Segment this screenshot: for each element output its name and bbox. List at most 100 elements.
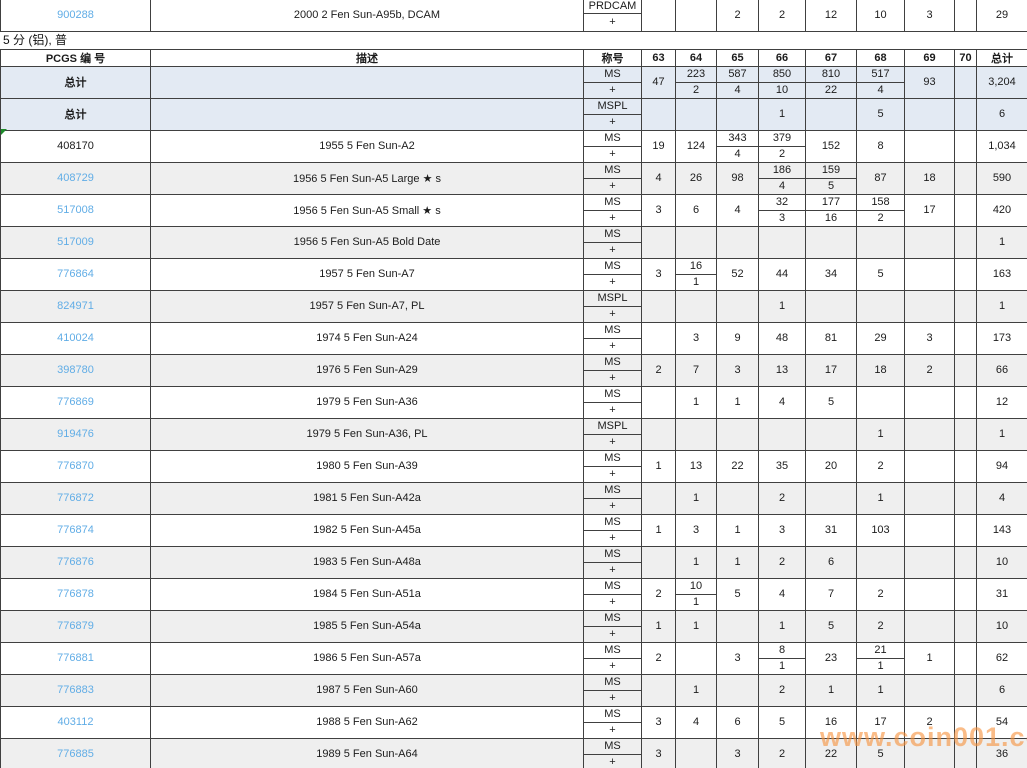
grade-cell-63: 1 <box>642 610 676 642</box>
plus-cell: + <box>584 210 642 226</box>
grade-cell-64: 1 <box>676 386 717 418</box>
table-row: 4031121988 5 Fen Sun-A62MS34651617254+ <box>1 706 1027 738</box>
table-row: 3987801976 5 Fen Sun-A29MS273131718266+ <box>1 354 1027 386</box>
grade-cell-70 <box>955 258 977 290</box>
grade-cell-69 <box>905 98 955 130</box>
pcgs-number-link[interactable]: 776883 <box>1 674 151 706</box>
pcgs-number-link[interactable]: 776874 <box>1 514 151 546</box>
grade-cell-64: 10 <box>676 578 717 594</box>
grade-cell-70 <box>955 354 977 386</box>
table-row: 7768691979 5 Fen Sun-A36MS114512+ <box>1 386 1027 418</box>
row-total-cell: 173 <box>977 322 1027 354</box>
top-partial-table: 9002882000 2 Fen Sun-A95b, DCAMPRDCAM221… <box>0 0 1027 32</box>
header-grade-67: 67 <box>806 49 857 66</box>
pcgs-number-link[interactable]: 919476 <box>1 418 151 450</box>
grade-plus-cell-65: 4 <box>717 82 759 98</box>
coin-description: 1956 5 Fen Sun-A5 Bold Date <box>151 226 584 258</box>
grade-cell-69 <box>905 482 955 514</box>
designation-cell: MS <box>584 578 642 594</box>
grade-cell-66: 2 <box>759 738 806 768</box>
grade-plus-cell-68: 2 <box>857 210 905 226</box>
grade-cell-63: 2 <box>642 578 676 610</box>
grade-cell-70 <box>955 418 977 450</box>
designation-cell: MS <box>584 258 642 274</box>
grade-cell-65: 22 <box>717 450 759 482</box>
grade-cell-63 <box>642 674 676 706</box>
grade-cell-64: 4 <box>676 706 717 738</box>
green-corner-marker <box>1 129 7 135</box>
table-row: 5170091956 5 Fen Sun-A5 Bold DateMS1+ <box>1 226 1027 258</box>
coin-description: 1955 5 Fen Sun-A2 <box>151 130 584 162</box>
pcgs-number-link[interactable]: 403112 <box>1 706 151 738</box>
pcgs-number-link[interactable]: 408729 <box>1 162 151 194</box>
plus-cell: + <box>584 114 642 130</box>
grade-cell-68 <box>857 386 905 418</box>
coin-description: 2000 2 Fen Sun-A95b, DCAM <box>151 0 584 31</box>
grade-cell-68: 5 <box>857 98 905 130</box>
pcgs-number-link[interactable]: 776864 <box>1 258 151 290</box>
pcgs-number-link[interactable]: 776878 <box>1 578 151 610</box>
coin-description: 1974 5 Fen Sun-A24 <box>151 322 584 354</box>
pcgs-number-link[interactable]: 517008 <box>1 194 151 226</box>
grade-cell-64: 13 <box>676 450 717 482</box>
row-total-cell: 1 <box>977 226 1027 258</box>
pcgs-number-link[interactable]: 776881 <box>1 642 151 674</box>
designation-cell: MS <box>584 610 642 626</box>
pcgs-number-link[interactable]: 398780 <box>1 354 151 386</box>
grade-cell-67: 159 <box>806 162 857 178</box>
grade-plus-cell-66: 2 <box>759 146 806 162</box>
grade-plus-cell-66: 4 <box>759 178 806 194</box>
grade-cell-68: 21 <box>857 642 905 658</box>
grade-cell-65 <box>717 418 759 450</box>
grade-cell-65: 2 <box>717 0 759 31</box>
pcgs-number-link[interactable]: 517009 <box>1 226 151 258</box>
grade-cell-70 <box>955 226 977 258</box>
grade-cell-68: 2 <box>857 578 905 610</box>
pcgs-number-link[interactable]: 410024 <box>1 322 151 354</box>
pcgs-number-link[interactable]: 776885 <box>1 738 151 768</box>
grade-cell-70 <box>955 738 977 768</box>
pcgs-number-link[interactable]: 776876 <box>1 546 151 578</box>
grade-cell-64: 223 <box>676 66 717 82</box>
grade-cell-65: 3 <box>717 354 759 386</box>
grade-cell-67: 6 <box>806 546 857 578</box>
header-grade-63: 63 <box>642 49 676 66</box>
plus-cell: + <box>584 594 642 610</box>
pcgs-number-link[interactable]: 900288 <box>1 0 151 31</box>
designation-cell: MS <box>584 130 642 146</box>
grade-cell-67: 7 <box>806 578 857 610</box>
table-row: 7768741982 5 Fen Sun-A45aMS131331103143+ <box>1 514 1027 546</box>
table-row: 7768721981 5 Fen Sun-A42aMS1214+ <box>1 482 1027 514</box>
plus-cell: + <box>584 306 642 322</box>
table-row: 5170081956 5 Fen Sun-A5 Small ★ sMS36432… <box>1 194 1027 226</box>
plus-cell: + <box>584 722 642 738</box>
designation-cell: MS <box>584 706 642 722</box>
grade-cell-65 <box>717 610 759 642</box>
grade-cell-69 <box>905 418 955 450</box>
pcgs-number-link[interactable]: 824971 <box>1 290 151 322</box>
grade-cell-69 <box>905 130 955 162</box>
plus-cell: + <box>584 370 642 386</box>
plus-cell: + <box>584 562 642 578</box>
pcgs-number-link[interactable]: 776870 <box>1 450 151 482</box>
table-row: 4100241974 5 Fen Sun-A24MS394881293173+ <box>1 322 1027 354</box>
designation-cell: MSPL <box>584 418 642 434</box>
coin-description: 1956 5 Fen Sun-A5 Small ★ s <box>151 194 584 226</box>
grade-cell-63 <box>642 0 676 31</box>
grade-cell-69 <box>905 514 955 546</box>
pcgs-number-link[interactable]: 776869 <box>1 386 151 418</box>
total-label: 总计 <box>1 98 151 130</box>
pcgs-number-link[interactable]: 776872 <box>1 482 151 514</box>
grade-cell-70 <box>955 546 977 578</box>
grade-cell-63: 3 <box>642 258 676 290</box>
grade-cell-64 <box>676 0 717 31</box>
grade-cell-66 <box>759 418 806 450</box>
header-designation: 称号 <box>584 49 642 66</box>
grade-cell-66: 32 <box>759 194 806 210</box>
table-header: PCGS 编 号描述称号6364656667686970总计 <box>1 49 1027 66</box>
pcgs-number-link[interactable]: 776879 <box>1 610 151 642</box>
grade-cell-69: 3 <box>905 0 955 31</box>
grade-cell-65: 1 <box>717 514 759 546</box>
grade-cell-69: 93 <box>905 66 955 98</box>
grade-cell-66: 48 <box>759 322 806 354</box>
